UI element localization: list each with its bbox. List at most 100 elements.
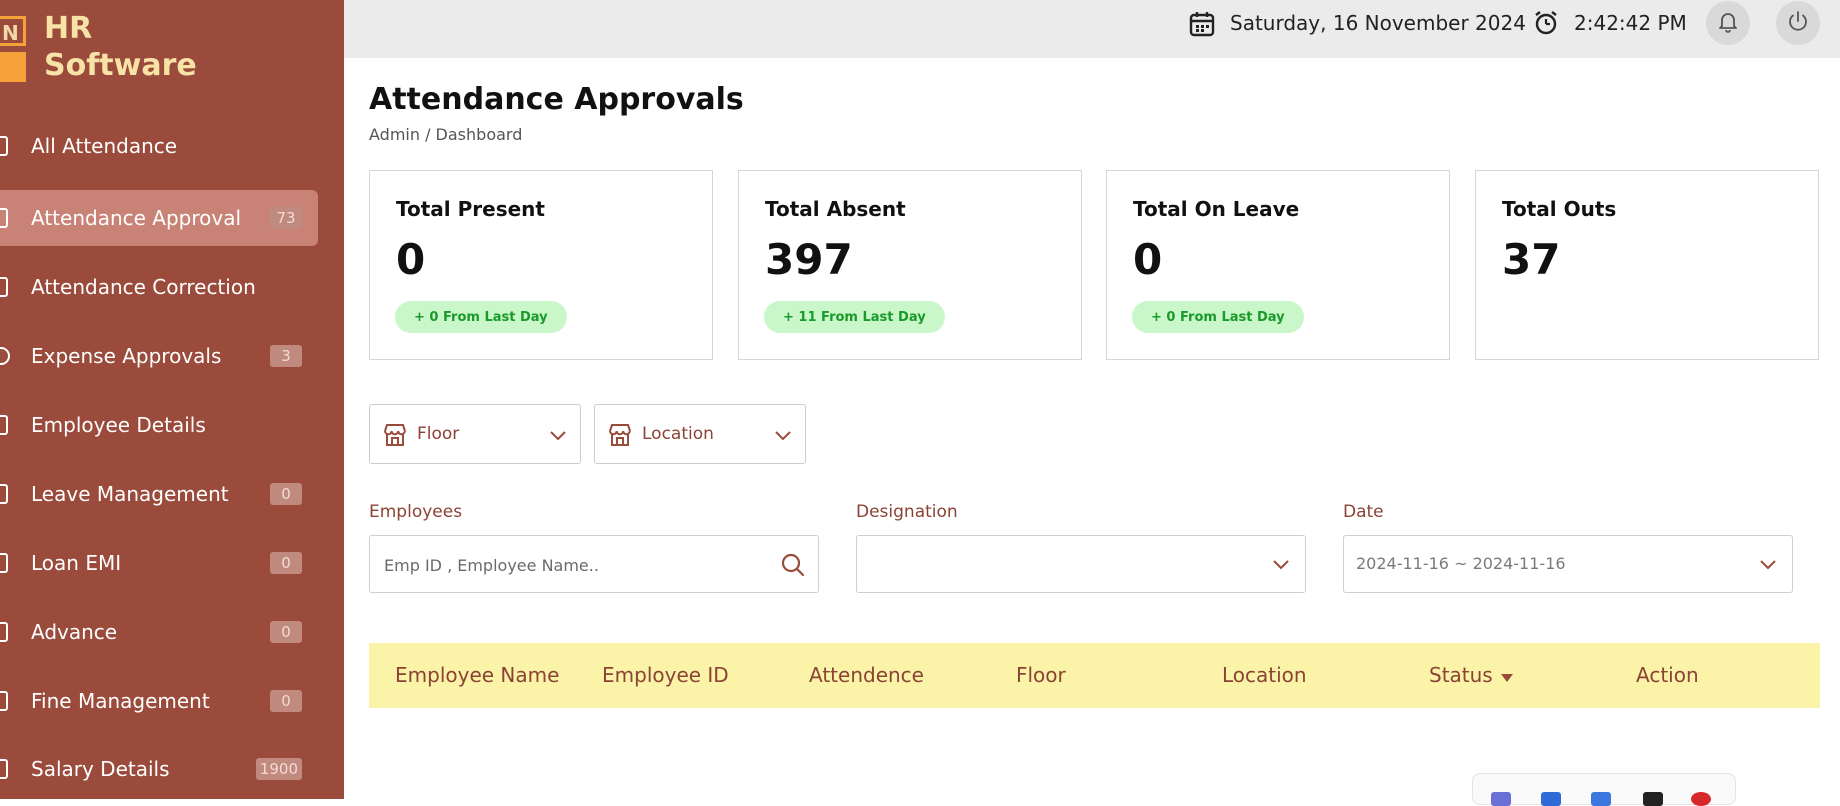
bell-icon (1716, 9, 1740, 37)
power-icon (1786, 9, 1810, 37)
employee-search-input[interactable] (382, 550, 766, 580)
store-icon (607, 422, 633, 452)
stat-label: Total Absent (765, 197, 906, 221)
loan-icon (0, 553, 8, 573)
logout-button[interactable] (1776, 1, 1820, 45)
sidebar-item-badge: 73 (270, 207, 302, 229)
column-status-label: Status (1429, 663, 1493, 687)
attendance-icon (0, 208, 8, 228)
terminal-icon[interactable] (1643, 792, 1663, 806)
stat-card-total-on-leave: Total On Leave 0 + 0 From Last Day (1106, 170, 1450, 360)
designation-label: Designation (856, 502, 958, 522)
clipboard-icon (0, 277, 8, 297)
stat-card-total-present: Total Present 0 + 0 From Last Day (369, 170, 713, 360)
stat-label: Total Present (396, 197, 545, 221)
sidebar-item-leave-management[interactable]: Leave Management 0 (0, 466, 318, 522)
employee-icon (0, 415, 8, 435)
sidebar-item-badge: 0 (270, 552, 302, 574)
designation-select[interactable] (856, 535, 1306, 593)
sidebar-item-label: Attendance Approval (31, 206, 242, 230)
sidebar-item-label: Salary Details (31, 757, 170, 781)
column-action[interactable]: Action (1636, 663, 1699, 687)
app-logo[interactable]: N HR Software (0, 8, 344, 88)
column-employee-name[interactable]: Employee Name (395, 663, 559, 687)
date-label: Date (1343, 502, 1384, 522)
column-attendence[interactable]: Attendence (809, 663, 924, 687)
stat-change-badge: + 11 From Last Day (764, 301, 945, 333)
sidebar-item-label: Loan EMI (31, 551, 122, 575)
search-icon[interactable] (780, 552, 806, 582)
app-name: HR Software (44, 10, 197, 84)
stat-card-total-outs: Total Outs 37 (1475, 170, 1819, 360)
floor-select[interactable]: Floor (369, 404, 581, 464)
stat-label: Total On Leave (1133, 197, 1300, 221)
sidebar-item-badge: 0 (270, 483, 302, 505)
chevron-down-icon (773, 425, 793, 449)
breadcrumb: Admin / Dashboard (369, 125, 523, 144)
topbar: Saturday, 16 November 2024 2:42:42 PM (344, 0, 1840, 58)
sidebar-item-employee-details[interactable]: Employee Details (0, 397, 318, 453)
logo-mark-icon: N (0, 16, 28, 82)
sidebar-item-attendance-correction[interactable]: Attendance Correction (0, 259, 318, 315)
date-range-value: 2024-11-16 ~ 2024-11-16 (1356, 554, 1566, 573)
location-select[interactable]: Location (594, 404, 806, 464)
salary-icon (0, 759, 8, 779)
stat-value: 0 (1133, 235, 1163, 284)
app-name-line2: Software (44, 48, 197, 83)
column-location[interactable]: Location (1222, 663, 1307, 687)
leave-icon (0, 484, 8, 504)
sidebar-item-badge: 0 (270, 621, 302, 643)
fine-icon (0, 691, 8, 711)
stat-value: 397 (765, 235, 853, 284)
opera-icon[interactable] (1691, 792, 1711, 806)
calendar-icon (1188, 11, 1216, 41)
alarm-clock-icon (1532, 9, 1560, 41)
column-employee-id[interactable]: Employee ID (602, 663, 729, 687)
notifications-button[interactable] (1706, 1, 1750, 45)
sidebar-item-label: Leave Management (31, 482, 229, 506)
sidebar-item-badge: 1900 (255, 758, 302, 780)
employee-search-field (369, 535, 819, 593)
stat-label: Total Outs (1502, 197, 1617, 221)
sidebar-item-loan-emi[interactable]: Loan EMI 0 (0, 535, 318, 591)
location-select-label: Location (642, 424, 714, 444)
employees-label: Employees (369, 502, 463, 522)
stat-change-badge: + 0 From Last Day (1132, 301, 1304, 333)
sidebar-item-fine-management[interactable]: Fine Management 0 (0, 673, 318, 729)
attendance-icon (0, 136, 8, 156)
current-time: 2:42:42 PM (1574, 11, 1687, 35)
check-circle-icon (0, 347, 10, 365)
sidebar-item-advance[interactable]: Advance 0 (0, 604, 318, 660)
sidebar: N HR Software All Attendance Attendance … (0, 0, 344, 799)
page-title: Attendance Approvals (369, 82, 744, 117)
app-name-line1: HR (44, 11, 93, 46)
stat-value: 0 (396, 235, 426, 284)
sidebar-item-label: Fine Management (31, 689, 210, 713)
mail-icon[interactable] (1591, 792, 1611, 806)
sidebar-item-label: Attendance Correction (31, 275, 256, 299)
sidebar-item-badge: 0 (270, 690, 302, 712)
windows-icon[interactable] (1541, 792, 1561, 806)
stat-value: 37 (1502, 235, 1561, 284)
table-header: Employee Name Employee ID Attendence Flo… (369, 643, 1820, 708)
sidebar-item-label: Employee Details (31, 413, 206, 437)
store-icon (382, 422, 408, 452)
sidebar-item-expense-approvals[interactable]: Expense Approvals 3 (0, 328, 318, 384)
teams-icon[interactable] (1491, 792, 1511, 806)
stat-card-total-absent: Total Absent 397 + 11 From Last Day (738, 170, 1082, 360)
current-date: Saturday, 16 November 2024 (1230, 11, 1526, 35)
stat-change-badge: + 0 From Last Day (395, 301, 567, 333)
sidebar-item-label: Advance (31, 620, 118, 644)
sidebar-item-all-attendance[interactable]: All Attendance (0, 118, 318, 174)
chevron-down-icon (548, 425, 568, 449)
floating-toolbar (1472, 773, 1736, 806)
sidebar-item-label: All Attendance (31, 134, 178, 158)
sort-down-icon (1499, 665, 1515, 689)
column-floor[interactable]: Floor (1016, 663, 1066, 687)
chevron-down-icon (1271, 554, 1291, 578)
date-range-picker[interactable]: 2024-11-16 ~ 2024-11-16 (1343, 535, 1793, 593)
chevron-down-icon (1758, 554, 1778, 578)
column-status[interactable]: Status (1429, 663, 1515, 689)
sidebar-item-salary-details[interactable]: Salary Details 1900 (0, 741, 318, 797)
sidebar-item-attendance-approval[interactable]: Attendance Approval 73 (0, 190, 318, 246)
